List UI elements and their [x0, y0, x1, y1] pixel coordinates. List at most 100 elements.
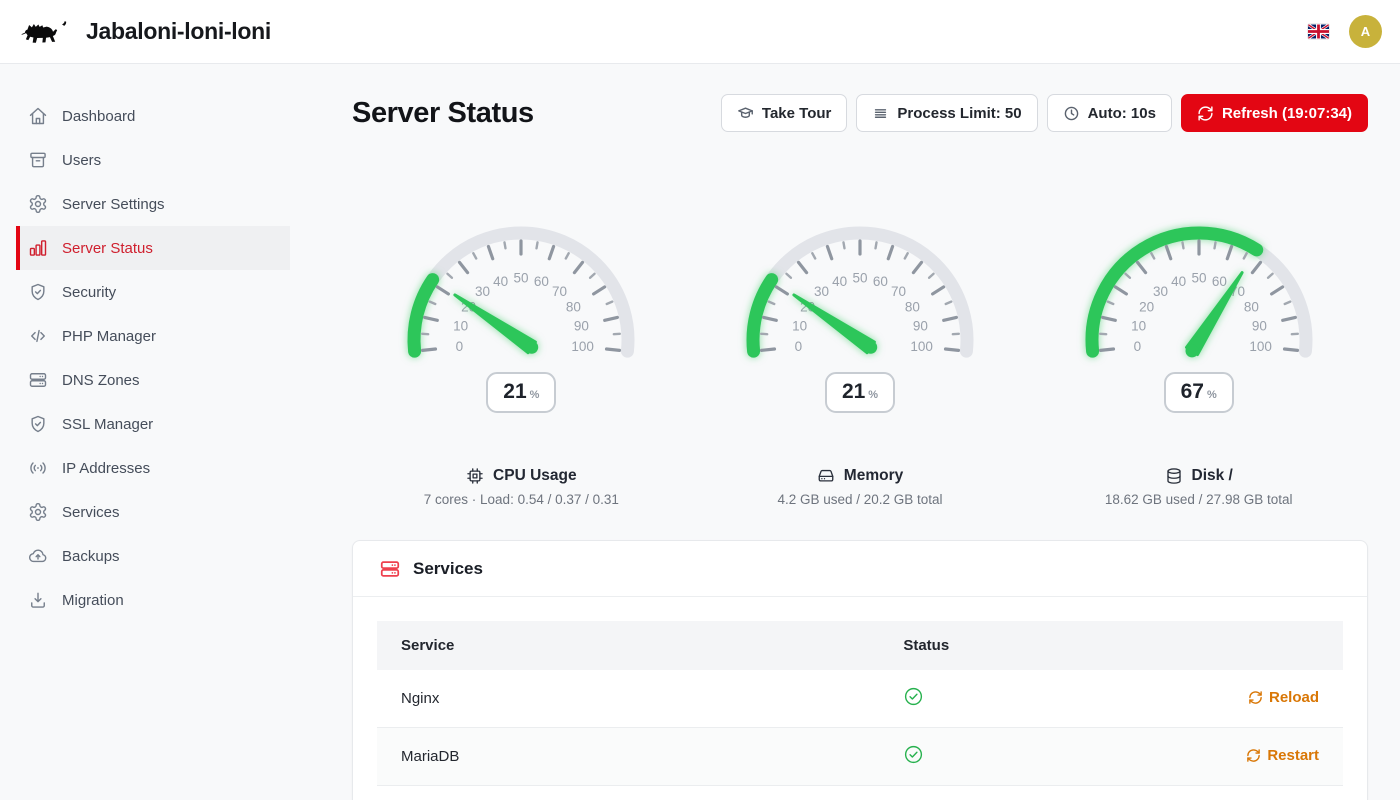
sidebar-item-label: PHP Manager — [62, 328, 156, 345]
sidebar-item-label: Services — [62, 504, 120, 521]
sidebar-item-php-manager[interactable]: PHP Manager — [16, 314, 290, 358]
svg-text:20: 20 — [1139, 299, 1154, 314]
gauge-title: CPU Usage — [352, 467, 691, 485]
refresh-button[interactable]: Refresh (19:07:34) — [1181, 94, 1368, 132]
gauges-row: 010203040506070809010021%CPU Usage7 core… — [352, 212, 1368, 507]
service-name: MariaDB — [377, 728, 879, 786]
clock-icon — [1063, 105, 1080, 122]
reload-link[interactable]: Reload — [1248, 689, 1319, 706]
take-tour-button[interactable]: Take Tour — [721, 94, 847, 132]
sidebar-item-migration[interactable]: Migration — [16, 578, 290, 622]
gauge-value-number: 21 — [842, 380, 865, 404]
server-stack-icon — [28, 370, 48, 390]
sidebar-item-ssl-manager[interactable]: SSL Manager — [16, 402, 290, 446]
page-head: Server Status Take Tour Process Limit: 50… — [352, 94, 1368, 132]
sidebar-item-ip-addresses[interactable]: IP Addresses — [16, 446, 290, 490]
svg-text:10: 10 — [453, 318, 468, 333]
service-status-cell — [879, 728, 1130, 786]
sidebar-item-services[interactable]: Services — [16, 490, 290, 534]
service-name: Nginx — [377, 670, 879, 728]
sidebar-item-dns-zones[interactable]: DNS Zones — [16, 358, 290, 402]
sidebar: Dashboard Users Server Settings Server Stat… — [0, 64, 306, 800]
services-card-title: Services — [413, 559, 483, 579]
process-limit-50-button[interactable]: Process Limit: 50 — [856, 94, 1037, 132]
svg-text:80: 80 — [1244, 299, 1259, 314]
svg-text:40: 40 — [1171, 274, 1186, 289]
svg-text:100: 100 — [1249, 339, 1272, 354]
user-avatar[interactable]: A — [1349, 15, 1382, 48]
service-status-cell — [879, 670, 1130, 728]
svg-text:0: 0 — [456, 339, 464, 354]
restart-link[interactable]: Restart — [1246, 747, 1319, 764]
gauge-subtitle: 7 cores · Load: 0.54 / 0.37 / 0.31 — [352, 492, 691, 507]
services-table: Service Status Nginx Reload MariaDB Restart — [377, 621, 1343, 786]
service-row-nginx: Nginx Reload — [377, 670, 1343, 728]
button-label: Process Limit: 50 — [897, 105, 1021, 122]
sidebar-item-server-status[interactable]: Server Status — [16, 226, 290, 270]
broadcast-icon — [28, 458, 48, 478]
brand-name: Jabaloni-loni-loni — [86, 18, 271, 45]
gauge-title-label: Disk / — [1192, 467, 1233, 485]
gauge-value-number: 67 — [1181, 380, 1204, 404]
services-card-header: Services — [353, 541, 1367, 597]
table-header-row: Service Status — [377, 621, 1343, 670]
refresh-icon — [1246, 748, 1261, 763]
rows-icon — [872, 105, 889, 122]
language-flag-uk-icon[interactable] — [1308, 24, 1329, 39]
sidebar-item-users[interactable]: Users — [16, 138, 290, 182]
action-label: Restart — [1267, 747, 1319, 764]
refresh-icon — [1248, 690, 1263, 705]
boar-logo-icon — [18, 13, 72, 51]
svg-text:80: 80 — [566, 299, 581, 314]
gear-icon — [28, 502, 48, 522]
svg-text:30: 30 — [475, 284, 490, 299]
topbar-right: A — [1308, 15, 1382, 48]
sidebar-item-label: Migration — [62, 592, 124, 609]
gauge-value: 21% — [825, 372, 895, 413]
page-title: Server Status — [352, 97, 534, 130]
refresh-icon — [1197, 105, 1214, 122]
brand: Jabaloni-loni-loni — [18, 13, 271, 51]
svg-text:90: 90 — [913, 318, 928, 333]
sidebar-item-label: DNS Zones — [62, 372, 140, 389]
svg-text:0: 0 — [795, 339, 803, 354]
svg-text:100: 100 — [910, 339, 933, 354]
service-action-cell: Reload — [1130, 670, 1343, 728]
sidebar-item-label: Backups — [62, 548, 120, 565]
sidebar-item-security[interactable]: Security — [16, 270, 290, 314]
svg-text:60: 60 — [534, 274, 549, 289]
sidebar-item-label: Users — [62, 152, 101, 169]
column-header-service: Service — [377, 621, 879, 670]
svg-text:50: 50 — [1191, 271, 1206, 286]
graduation-cap-icon — [737, 105, 754, 122]
sidebar-item-backups[interactable]: Backups — [16, 534, 290, 578]
services-card: Services Service Status Nginx Reload Maria… — [352, 540, 1368, 800]
gear-icon — [28, 194, 48, 214]
sidebar-item-dashboard[interactable]: Dashboard — [16, 94, 290, 138]
gauge-value-number: 21 — [503, 380, 526, 404]
server-stack-icon — [379, 558, 401, 580]
svg-text:60: 60 — [873, 274, 888, 289]
sidebar-item-label: Server Settings — [62, 196, 165, 213]
auto-10s-button[interactable]: Auto: 10s — [1047, 94, 1172, 132]
button-label: Refresh (19:07:34) — [1222, 105, 1352, 122]
cpu-icon — [466, 467, 484, 485]
main-content: Server Status Take Tour Process Limit: 50… — [306, 64, 1400, 800]
archive-box-icon — [28, 150, 48, 170]
download-icon — [28, 590, 48, 610]
gauge-title: Disk / — [1029, 467, 1368, 485]
column-header-status: Status — [879, 621, 1130, 670]
column-header-actions — [1130, 621, 1343, 670]
sidebar-item-server-settings[interactable]: Server Settings — [16, 182, 290, 226]
svg-text:70: 70 — [891, 284, 906, 299]
gauge-value-unit: % — [530, 389, 540, 401]
sidebar-item-label: SSL Manager — [62, 416, 153, 433]
cloud-upload-icon — [28, 546, 48, 566]
svg-text:90: 90 — [574, 318, 589, 333]
gauge-value: 67% — [1164, 372, 1234, 413]
check-circle-icon — [903, 744, 924, 765]
toolbar: Take Tour Process Limit: 50 Auto: 10s Refre… — [721, 94, 1368, 132]
home-icon — [28, 106, 48, 126]
action-label: Reload — [1269, 689, 1319, 706]
sidebar-item-label: Server Status — [62, 240, 153, 257]
